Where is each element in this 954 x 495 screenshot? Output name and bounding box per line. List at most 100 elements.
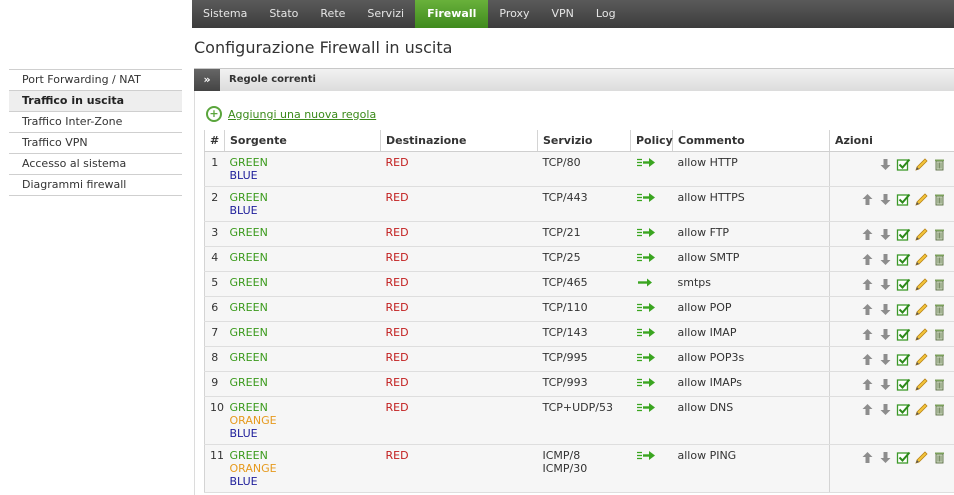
service-cell-value: TCP/443 xyxy=(542,191,588,204)
policy-cell xyxy=(630,444,673,493)
trash-icon[interactable] xyxy=(932,157,947,172)
checkbox-enabled-icon[interactable] xyxy=(896,302,911,317)
rule-number: 3 xyxy=(204,221,225,247)
rule-number: 7 xyxy=(204,321,225,347)
destination-cell-value: RED xyxy=(385,251,409,264)
checkbox-enabled-icon[interactable] xyxy=(896,252,911,267)
up-arrow-icon[interactable] xyxy=(860,302,875,317)
trash-icon[interactable] xyxy=(932,227,947,242)
checkbox-enabled-icon[interactable] xyxy=(896,227,911,242)
down-arrow-icon[interactable] xyxy=(878,352,893,367)
source-cell: GREEN xyxy=(224,271,381,297)
down-arrow-icon[interactable] xyxy=(878,227,893,242)
sidebar-item-port-forwarding-nat[interactable]: Port Forwarding / NAT xyxy=(9,69,182,91)
trash-icon[interactable] xyxy=(932,377,947,392)
trash-icon[interactable] xyxy=(932,352,947,367)
checkbox-enabled-icon[interactable] xyxy=(896,192,911,207)
sidebar-item-traffico-inter-zone[interactable]: Traffico Inter-Zone xyxy=(9,112,182,133)
trash-icon[interactable] xyxy=(932,277,947,292)
source-cell-value: GREEN xyxy=(229,351,268,364)
trash-icon[interactable] xyxy=(932,192,947,207)
service-cell-value: TCP+UDP/53 xyxy=(542,401,613,414)
down-arrow-icon[interactable] xyxy=(878,277,893,292)
nav-item-stato[interactable]: Stato xyxy=(258,0,309,28)
down-arrow-icon[interactable] xyxy=(878,252,893,267)
pencil-edit-icon[interactable] xyxy=(914,450,929,465)
down-arrow-icon[interactable] xyxy=(878,450,893,465)
pencil-edit-icon[interactable] xyxy=(914,252,929,267)
pencil-edit-icon[interactable] xyxy=(914,277,929,292)
nav-item-servizi[interactable]: Servizi xyxy=(356,0,415,28)
pencil-edit-icon[interactable] xyxy=(914,227,929,242)
up-arrow-icon[interactable] xyxy=(860,252,875,267)
nav-item-firewall[interactable]: Firewall xyxy=(415,0,489,28)
add-rule-label[interactable]: Aggiungi una nuova regola xyxy=(228,108,376,121)
checkbox-enabled-icon[interactable] xyxy=(896,352,911,367)
nav-item-vpn[interactable]: VPN xyxy=(541,0,585,28)
sidebar-item-traffico-in-uscita[interactable]: Traffico in uscita xyxy=(9,91,182,112)
service-cell-value: TCP/995 xyxy=(542,351,588,364)
source-cell-value: BLUE xyxy=(229,204,258,217)
pencil-edit-icon[interactable] xyxy=(914,402,929,417)
add-rule-link[interactable]: + Aggiungi una nuova regola xyxy=(206,106,376,122)
up-arrow-icon[interactable] xyxy=(860,402,875,417)
down-arrow-icon[interactable] xyxy=(878,157,893,172)
panel-collapse-chevron-icon[interactable]: » xyxy=(194,69,220,91)
source-cell-value: ORANGE xyxy=(229,462,277,475)
up-arrow-icon[interactable] xyxy=(860,277,875,292)
checkbox-enabled-icon[interactable] xyxy=(896,377,911,392)
actions-cell xyxy=(829,221,954,247)
pencil-edit-icon[interactable] xyxy=(914,377,929,392)
down-arrow-icon[interactable] xyxy=(878,302,893,317)
pencil-edit-icon[interactable] xyxy=(914,192,929,207)
sidebar-item-diagrammi-firewall[interactable]: Diagrammi firewall xyxy=(9,175,182,196)
pencil-edit-icon[interactable] xyxy=(914,327,929,342)
up-arrow-icon[interactable] xyxy=(860,327,875,342)
table-row: 11 GREEN ORANGE BLUE RED ICMP/8 ICMP/30 allow P… xyxy=(204,444,954,493)
checkbox-enabled-icon[interactable] xyxy=(896,157,911,172)
trash-icon[interactable] xyxy=(932,402,947,417)
checkbox-enabled-icon[interactable] xyxy=(896,402,911,417)
sidebar-item-accesso-al-sistema[interactable]: Accesso al sistema xyxy=(9,154,182,175)
rule-number: 6 xyxy=(204,296,225,322)
nav-item-proxy[interactable]: Proxy xyxy=(488,0,540,28)
nav-item-log[interactable]: Log xyxy=(585,0,627,28)
panel-header: » Regole correnti xyxy=(194,68,954,92)
up-arrow-icon[interactable] xyxy=(860,192,875,207)
destination-cell-value: RED xyxy=(385,401,409,414)
trash-icon[interactable] xyxy=(932,302,947,317)
trash-icon[interactable] xyxy=(932,450,947,465)
trash-icon[interactable] xyxy=(932,252,947,267)
source-cell: GREEN xyxy=(224,296,381,322)
trash-icon[interactable] xyxy=(932,327,947,342)
destination-cell-value: RED xyxy=(385,376,409,389)
table-header-row: # Sorgente Destinazione Servizio Policy … xyxy=(204,130,954,152)
down-arrow-icon[interactable] xyxy=(878,377,893,392)
destination-cell-value: RED xyxy=(385,191,409,204)
up-arrow-icon[interactable] xyxy=(860,227,875,242)
service-cell: TCP/993 xyxy=(537,371,631,397)
col-header-number: # xyxy=(204,130,225,152)
checkbox-enabled-icon[interactable] xyxy=(896,277,911,292)
down-arrow-icon[interactable] xyxy=(878,402,893,417)
checkbox-enabled-icon[interactable] xyxy=(896,450,911,465)
comment-cell: allow POP3s xyxy=(672,346,830,372)
actions-cell xyxy=(829,396,954,445)
down-arrow-icon[interactable] xyxy=(878,327,893,342)
up-arrow-icon[interactable] xyxy=(860,450,875,465)
rule-number: 11 xyxy=(204,444,225,493)
actions-cell xyxy=(829,321,954,347)
up-arrow-icon[interactable] xyxy=(860,352,875,367)
up-arrow-icon[interactable] xyxy=(860,377,875,392)
nav-item-rete[interactable]: Rete xyxy=(309,0,356,28)
sidebar-item-traffico-vpn[interactable]: Traffico VPN xyxy=(9,133,182,154)
down-arrow-icon[interactable] xyxy=(878,192,893,207)
source-cell-value: GREEN xyxy=(229,326,268,339)
pencil-edit-icon[interactable] xyxy=(914,302,929,317)
pencil-edit-icon[interactable] xyxy=(914,157,929,172)
checkbox-enabled-icon[interactable] xyxy=(896,327,911,342)
service-cell-value: ICMP/30 xyxy=(542,462,588,475)
nav-item-sistema[interactable]: Sistema xyxy=(192,0,258,28)
pencil-edit-icon[interactable] xyxy=(914,352,929,367)
actions-cell xyxy=(829,186,954,222)
